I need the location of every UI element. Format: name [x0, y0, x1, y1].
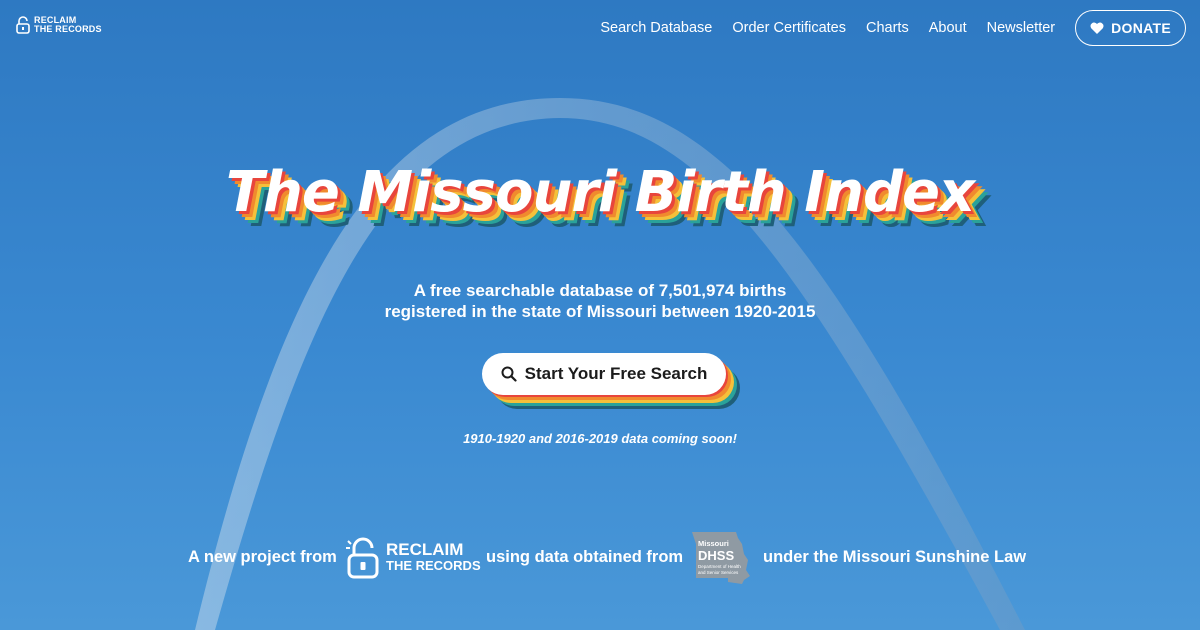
subtitle-line-2: registered in the state of Missouri betw…: [384, 302, 816, 321]
page-title: The Missouri Birth Index: [225, 160, 975, 225]
main-nav: Search Database Order Certificates Chart…: [600, 10, 1200, 46]
nav-order-certificates[interactable]: Order Certificates: [732, 20, 846, 36]
reclaim-the-records-logo[interactable]: RECLAIM THE RECORDS: [346, 537, 481, 579]
nav-newsletter[interactable]: Newsletter: [987, 20, 1056, 36]
dhss-line-4: and Senior Services: [698, 570, 739, 575]
heart-icon: [1090, 22, 1104, 34]
start-search-label: Start Your Free Search: [524, 364, 708, 383]
padlock-icon: [346, 537, 379, 579]
donate-label: DONATE: [1111, 20, 1171, 36]
nav-charts[interactable]: Charts: [866, 20, 909, 36]
start-search-button[interactable]: Start Your Free Search: [482, 353, 726, 395]
credits-bar: A new project from RECLAIM THE RECORDS u…: [0, 527, 1200, 587]
nav-search-database[interactable]: Search Database: [600, 20, 712, 36]
dhss-line-3: Department of Health: [698, 564, 741, 569]
nav-about[interactable]: About: [929, 20, 967, 36]
dhss-line-2: DHSS: [698, 548, 734, 563]
search-icon: [501, 366, 517, 382]
padlock-icon: [16, 16, 30, 34]
credit-suffix: under the Missouri Sunshine Law: [763, 548, 1027, 566]
credit-prefix: A new project from: [188, 548, 337, 566]
rtr-logo-text: RECLAIM THE RECORDS: [386, 540, 481, 573]
subtitle-line-1: A free searchable database of 7,501,974 …: [413, 281, 787, 300]
missouri-dhss-logo[interactable]: Missouri DHSS Department of Health and S…: [688, 530, 752, 586]
site-logo[interactable]: RECLAIM THE RECORDS: [16, 16, 102, 34]
dhss-line-1: Missouri: [698, 539, 729, 548]
coming-soon-note: 1910-1920 and 2016-2019 data coming soon…: [463, 431, 737, 446]
logo-text: RECLAIM THE RECORDS: [34, 15, 102, 34]
credit-middle: using data obtained from: [486, 548, 684, 566]
hero-subtitle: A free searchable database of 7,501,974 …: [0, 280, 1200, 322]
donate-button[interactable]: DONATE: [1075, 10, 1186, 46]
